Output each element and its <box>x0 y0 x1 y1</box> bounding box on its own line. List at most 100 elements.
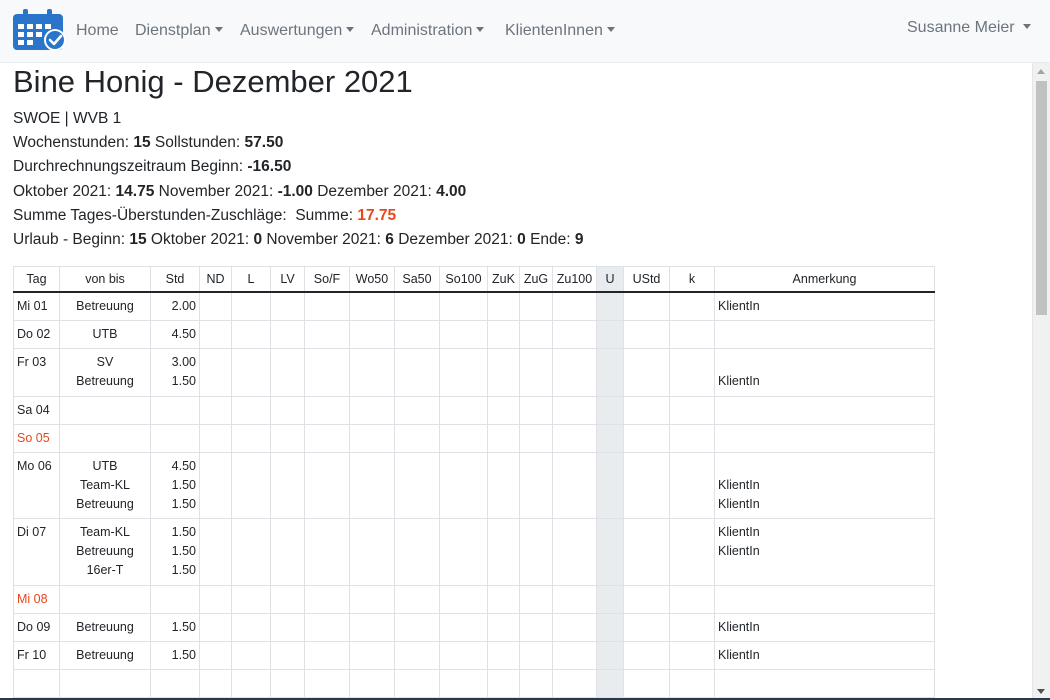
nav-dienstplan-dropdown[interactable]: Dienstplan <box>135 21 223 41</box>
hours-cell: 3.00 1.50 <box>150 347 200 397</box>
hours-value: 1.50 <box>171 543 196 558</box>
caret-down-icon <box>606 27 615 32</box>
remark-value <box>718 353 931 372</box>
shift-type-cell: Team-KL Betreuung 16er-T <box>59 517 151 586</box>
ustd-cell <box>623 612 670 642</box>
day-cell: Mi 01 <box>13 291 60 321</box>
scroll-down-arrow-icon[interactable] <box>1037 689 1045 694</box>
hours-value: 1.50 <box>171 562 196 577</box>
user-menu-dropdown[interactable]: Susanne Meier <box>907 18 1031 38</box>
nav-administration-label[interactable]: Administration <box>371 22 472 39</box>
nav-home[interactable]: Home <box>76 21 119 41</box>
table-row: Di 07 Team-KL Betreuung 16er-T 1.50 1.50 1.50 K… <box>13 517 935 586</box>
sa50-cell <box>394 584 440 614</box>
zuschlaege-label: Summe Tages-Überstunden-Zuschläge: <box>13 206 287 224</box>
sa50-cell <box>394 395 440 425</box>
so100-cell <box>439 319 488 349</box>
shift-type: Betreuung <box>76 299 134 313</box>
col-header-lv: LV <box>270 266 305 293</box>
zuk-cell <box>487 423 520 453</box>
sa50-cell <box>394 668 440 698</box>
nav-klienten-dropdown[interactable]: KlientenInnen <box>505 21 615 41</box>
calendar-check-icon[interactable] <box>12 9 68 53</box>
so100-cell <box>439 517 488 586</box>
col-header-so-f: So/F <box>304 266 350 293</box>
nav-administration-dropdown[interactable]: Administration <box>371 21 485 41</box>
ustd-cell <box>623 584 670 614</box>
sa50-cell <box>394 291 440 321</box>
k-cell <box>669 612 715 642</box>
l-cell <box>231 319 271 349</box>
zuk-cell <box>487 347 520 397</box>
nav-home-label[interactable]: Home <box>76 22 119 39</box>
day-cell: Mo 06 <box>13 451 60 519</box>
shift-type: SV <box>96 354 114 369</box>
lv-cell <box>270 612 305 642</box>
wo50-cell <box>349 291 395 321</box>
l-cell <box>231 423 271 453</box>
zuk-cell <box>487 640 520 670</box>
sollstunden-value: 57.50 <box>244 134 284 152</box>
wo50-cell <box>349 347 395 397</box>
lv-cell <box>270 517 305 586</box>
zug-cell <box>519 347 553 397</box>
zu100-cell <box>552 451 597 519</box>
user-name[interactable]: Susanne Meier <box>907 19 1015 36</box>
l-cell <box>231 347 271 397</box>
nd-cell <box>199 584 232 614</box>
nav-klienten-label[interactable]: KlientenInnen <box>505 22 603 39</box>
shift-type: Betreuung <box>76 373 134 388</box>
nav-auswertungen-dropdown[interactable]: Auswertungen <box>240 21 355 41</box>
hours-cell <box>150 668 200 698</box>
col-header-wo50: Wo50 <box>349 266 395 293</box>
k-cell <box>669 517 715 586</box>
urlaub-ende-value: 9 <box>574 231 584 249</box>
col-header-ustd: UStd <box>623 266 670 293</box>
nd-cell <box>199 451 232 519</box>
urlaub-november-label: November 2021: <box>266 231 381 249</box>
zuk-cell <box>487 612 520 642</box>
col-header-zug: ZuG <box>519 266 553 293</box>
so-f-cell <box>304 423 350 453</box>
vertical-scrollbar[interactable] <box>1032 63 1050 700</box>
caret-down-icon <box>1022 24 1031 29</box>
remark-value <box>718 457 931 476</box>
ustd-cell <box>623 451 670 519</box>
nd-cell <box>199 291 232 321</box>
lv-cell <box>270 640 305 670</box>
l-cell <box>231 451 271 519</box>
u-cell <box>596 612 624 642</box>
zug-cell <box>519 640 553 670</box>
table-row: So 05 <box>13 423 935 453</box>
wochenstunden-line: Wochenstunden: 15 Sollstunden: 57.50 <box>13 131 584 155</box>
wo50-cell <box>349 612 395 642</box>
scrollbar-thumb[interactable] <box>1036 81 1047 315</box>
top-navbar: Home Dienstplan Auswertungen Administrat… <box>0 0 1050 63</box>
shift-type-cell: Betreuung <box>59 291 151 321</box>
sa50-cell <box>394 451 440 519</box>
nav-auswertungen-label[interactable]: Auswertungen <box>240 22 342 39</box>
lv-cell <box>270 347 305 397</box>
summary-info: SWOE | WVB 1 Wochenstunden: 15 Sollstund… <box>13 107 584 252</box>
col-header-von-bis: von bis <box>59 266 151 293</box>
day-cell: Mi 08 <box>13 584 60 614</box>
l-cell <box>231 584 271 614</box>
so-f-cell <box>304 640 350 670</box>
day-cell: So 05 <box>13 423 60 453</box>
zug-cell <box>519 423 553 453</box>
u-cell <box>596 668 624 698</box>
ustd-cell <box>623 517 670 586</box>
durchrechnung-label: Durchrechnungszeitraum Beginn: <box>13 158 244 176</box>
remark-cell: KlientIn <box>714 640 935 670</box>
lv-cell <box>270 395 305 425</box>
shift-type: Team-KL <box>79 477 131 492</box>
u-cell <box>596 584 624 614</box>
so-f-cell <box>304 451 350 519</box>
hours-value: 1.50 <box>171 373 196 388</box>
zug-cell <box>519 612 553 642</box>
zu100-cell <box>552 347 597 397</box>
scroll-up-arrow-icon[interactable] <box>1037 69 1045 74</box>
remark-cell: KlientIn <box>714 612 935 642</box>
nav-dienstplan-label[interactable]: Dienstplan <box>135 22 211 39</box>
sa50-cell <box>394 319 440 349</box>
